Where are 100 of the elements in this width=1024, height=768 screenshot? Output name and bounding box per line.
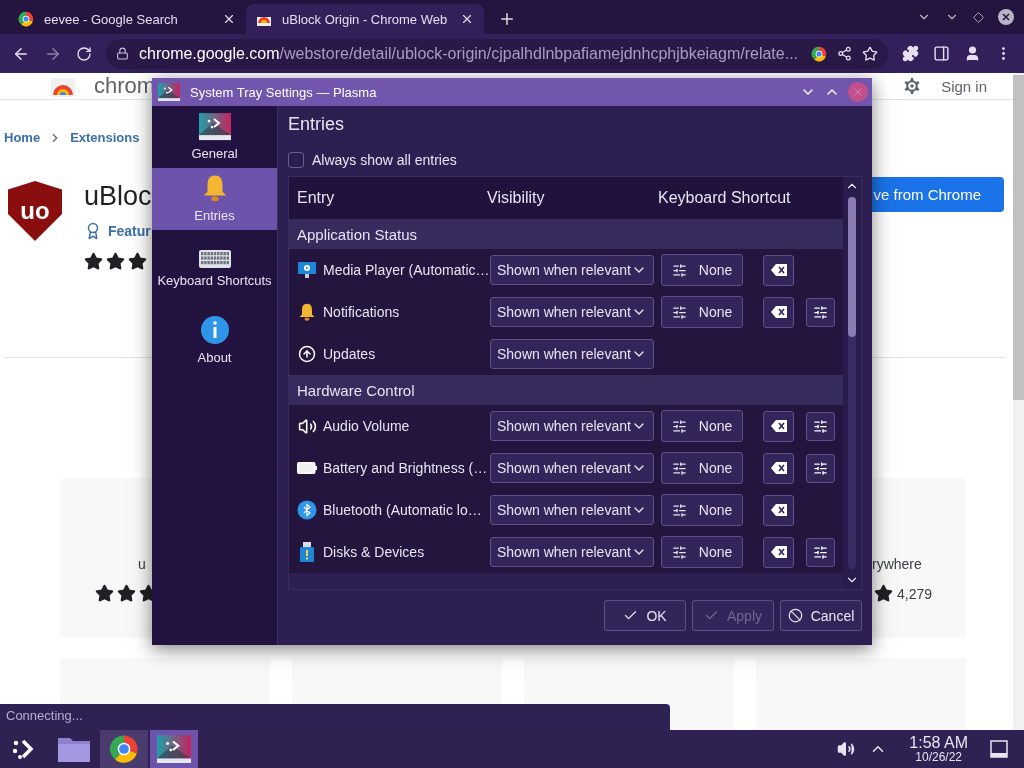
column-header: Entry xyxy=(297,189,335,206)
side-panel-icon[interactable] xyxy=(933,45,950,62)
page-scrollbar[interactable] xyxy=(1013,73,1024,730)
close-icon[interactable] xyxy=(460,12,474,26)
shortcut-button[interactable]: None xyxy=(661,494,743,526)
entry-name: Bluetooth (Automatic lo… xyxy=(323,502,483,518)
extension-title: uBloc xyxy=(84,181,152,212)
shortcut-button[interactable]: None xyxy=(661,452,743,484)
clear-shortcut-button[interactable] xyxy=(763,536,794,568)
dialog-button[interactable]: Cancel xyxy=(780,600,862,631)
configure-button[interactable] xyxy=(806,453,835,483)
sliders-icon xyxy=(671,460,687,476)
visibility-dropdown[interactable]: Shown when relevant xyxy=(490,411,654,441)
status-popup: Connecting... xyxy=(0,704,670,730)
clear-shortcut-button[interactable] xyxy=(763,410,794,442)
clear-shortcut-button[interactable] xyxy=(763,296,794,328)
sidebar-item[interactable]: General xyxy=(152,108,277,168)
extensions-icon[interactable] xyxy=(902,45,919,62)
sliders-icon xyxy=(813,544,828,560)
task-button[interactable] xyxy=(100,730,148,768)
clock-date: 10/26/22 xyxy=(915,751,962,764)
battery-icon xyxy=(297,462,317,474)
breadcrumb-link[interactable]: Home xyxy=(4,130,41,145)
browser-tab[interactable]: eevee - Google Search xyxy=(8,4,246,34)
visibility-dropdown[interactable]: Shown when relevant xyxy=(490,339,654,369)
shortcut-button[interactable]: None xyxy=(661,254,743,286)
url-text: chrome.google.com/webstore/detail/ublock-origin/cjpalhdlnbpafiamejdnhcphjbkeiagm/relate... xyxy=(139,44,800,63)
scrollbar-track[interactable] xyxy=(848,197,856,569)
checkbox-label: Always show all entries xyxy=(312,152,457,168)
sliders-icon xyxy=(671,262,687,278)
breadcrumb-link[interactable]: Extensions xyxy=(70,130,140,145)
maximize-icon[interactable] xyxy=(973,11,984,23)
extension-logo: uo xyxy=(8,181,62,241)
settings-app-icon xyxy=(158,82,180,102)
star-icon xyxy=(128,252,147,271)
star-icon xyxy=(874,584,893,603)
featured-link[interactable]: Featur xyxy=(84,222,152,240)
bell-icon xyxy=(297,302,317,322)
clear-shortcut-button[interactable] xyxy=(763,452,794,484)
star-icon xyxy=(95,584,114,603)
upload-icon xyxy=(298,345,316,363)
clear-shortcut-button[interactable] xyxy=(763,254,794,286)
clock[interactable]: 1:58 AM 10/26/22 xyxy=(909,734,968,764)
sliders-icon xyxy=(671,502,687,518)
favicon-icon xyxy=(18,11,34,27)
profile-icon[interactable] xyxy=(964,45,981,62)
backspace-icon xyxy=(770,264,787,276)
entry-name: Updates xyxy=(323,346,377,362)
share-icon[interactable] xyxy=(837,46,852,61)
sidebar-item[interactable]: Keyboard Shortcuts xyxy=(152,230,277,310)
close-icon[interactable] xyxy=(222,12,236,26)
clear-shortcut-button[interactable] xyxy=(763,494,794,526)
dialog-button[interactable]: OK xyxy=(604,600,686,631)
backspace-icon xyxy=(770,546,787,558)
sidebar-item[interactable]: About xyxy=(152,310,277,372)
sliders-icon xyxy=(671,304,687,320)
address-bar[interactable]: chrome.google.com/webstore/detail/ublock-origin/cjpalhdlnbpafiamejdnhcphjbkeiagm/relate... xyxy=(106,38,888,69)
checkbox[interactable] xyxy=(288,152,304,168)
monitor-icon xyxy=(297,260,317,280)
volume-icon[interactable] xyxy=(837,740,856,758)
browser-tab[interactable]: uBlock Origin - Chrome Web xyxy=(246,4,484,34)
backspace-icon xyxy=(770,462,787,474)
sliders-icon xyxy=(813,418,828,434)
visibility-dropdown[interactable]: Shown when relevant xyxy=(490,453,654,483)
shortcut-button[interactable]: None xyxy=(661,296,743,328)
clock-time: 1:58 AM xyxy=(909,734,968,751)
visibility-dropdown[interactable]: Shown when relevant xyxy=(490,495,654,525)
sign-in-link[interactable]: Sign in xyxy=(941,77,987,95)
entry-name: Notifications xyxy=(323,304,401,320)
entry-name: Media Player (Automatic… xyxy=(323,262,490,278)
star-icon xyxy=(84,252,103,271)
keyboard-icon xyxy=(198,250,231,268)
card-title: rywhere xyxy=(872,556,922,572)
close-icon[interactable] xyxy=(998,9,1014,25)
sliders-icon xyxy=(671,544,687,560)
page-heading: Entries xyxy=(288,114,346,135)
shortcut-button[interactable]: None xyxy=(661,536,743,568)
scrollbar[interactable] xyxy=(843,177,861,589)
show-desktop-icon[interactable] xyxy=(990,740,1008,758)
sidebar-item[interactable]: Entries xyxy=(152,168,277,230)
usb-drive-icon xyxy=(300,542,314,562)
reload-icon[interactable] xyxy=(76,45,92,62)
configure-button[interactable] xyxy=(806,297,835,327)
shortcut-button[interactable]: None xyxy=(661,410,743,442)
visibility-dropdown[interactable]: Shown when relevant xyxy=(490,537,654,567)
group-title: Application Status xyxy=(297,225,418,243)
visibility-dropdown[interactable]: Shown when relevant xyxy=(490,297,654,327)
browser-icon xyxy=(109,734,139,764)
configure-button[interactable] xyxy=(806,411,835,441)
task-button[interactable] xyxy=(150,730,198,768)
sliders-icon xyxy=(671,418,687,434)
new-tab-button[interactable] xyxy=(498,10,516,28)
bookmark-star-icon[interactable] xyxy=(862,45,878,62)
sidebar-label: Keyboard Shortcuts xyxy=(157,272,272,290)
close-icon xyxy=(852,86,864,98)
star-icon xyxy=(106,252,125,271)
scrollbar-thumb[interactable] xyxy=(848,197,856,337)
configure-button[interactable] xyxy=(806,537,835,567)
sliders-icon xyxy=(813,460,828,476)
visibility-dropdown[interactable]: Shown when relevant xyxy=(490,255,654,285)
